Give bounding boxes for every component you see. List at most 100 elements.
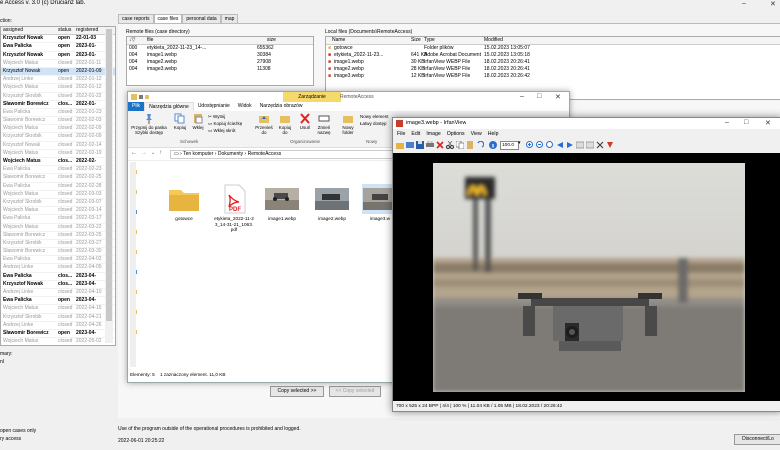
column-registered[interactable]: registered	[76, 27, 98, 34]
menu-edit[interactable]: Edit	[411, 131, 420, 137]
copy-path-button[interactable]: ▭ Kopiuj ścieżkę	[208, 121, 242, 127]
copy-icon[interactable]	[456, 141, 464, 149]
menu-image[interactable]: Image	[426, 131, 440, 137]
menu-view[interactable]: View	[471, 131, 482, 137]
case-row[interactable]: Ewa Palicka closed 2022-04-02	[1, 256, 115, 265]
local-row[interactable]: ■ etykieta_2022-11-23... 641 KB Adobe Acrob…	[326, 52, 780, 59]
forward-icon[interactable]: →	[141, 150, 147, 156]
case-row[interactable]: Sławomir Borewicz closed 2022-03-25	[1, 232, 115, 240]
case-row[interactable]: Krzysztof Nowak open 2023-01-	[1, 52, 115, 60]
disconnect-button[interactable]: Disconnect/Lo	[734, 434, 780, 445]
column-type[interactable]: Type	[424, 37, 435, 44]
case-row[interactable]: Sławomir Borewicz closed 2022-03-30	[1, 248, 115, 257]
previous-icon[interactable]	[556, 141, 564, 149]
scrollbar-thumb[interactable]	[106, 29, 112, 321]
case-row[interactable]: Andrzej Linke closed 2022-04-05	[1, 264, 115, 273]
copy-selected-button[interactable]: Copy selected >>	[270, 386, 324, 397]
case-row[interactable]: Krzysztof Nowak open 2022-01-09	[1, 67, 115, 77]
zoom-fit-icon[interactable]	[546, 141, 554, 149]
cut-icon[interactable]	[446, 141, 454, 149]
case-row[interactable]: Ewa Palicka closed 2022-02-23	[1, 166, 115, 175]
new-folder-button[interactable]: Nowy folder	[338, 113, 358, 135]
case-row[interactable]: Sławomir Borewicz open 2023-04-	[1, 330, 115, 339]
case-row[interactable]: Ewa Palicka open 2023-04-	[1, 297, 115, 306]
sort-icon[interactable]: ↓▽	[129, 37, 135, 44]
case-row[interactable]: Ewa Palicka open 2023-01-	[1, 43, 115, 52]
case-row[interactable]: Wojciech Matus closed 2022-01-12	[1, 84, 115, 93]
menu-options[interactable]: Options	[447, 131, 465, 137]
close-icon[interactable]: ✕	[555, 93, 561, 101]
case-row[interactable]: Wojciech Matus closed 2022-02-19	[1, 150, 115, 158]
zoom-in-icon[interactable]	[526, 141, 534, 149]
remote-files-table[interactable]: ↓▽ file size 000 etykieta_2022-11-23_14-.…	[126, 36, 314, 86]
image-canvas[interactable]	[393, 153, 780, 401]
copy-to-icon[interactable]	[586, 141, 594, 149]
menu-help[interactable]: Help	[488, 131, 499, 137]
easy-access-button[interactable]: Łatwy dostęp	[360, 121, 392, 126]
up-icon[interactable]: ↑	[159, 150, 162, 156]
local-row[interactable]: ■ image3.webp 12 KB IrfanView WEBP File 18.0…	[326, 73, 780, 80]
rename-button[interactable]: Zmień nazwę	[314, 113, 334, 135]
zoom-input[interactable]: 100.0	[500, 141, 519, 150]
minimize-icon[interactable]: –	[520, 93, 524, 100]
case-row[interactable]: Wojciech Matus closed 2022-02-09	[1, 125, 115, 134]
case-row[interactable]: Sławomir Borewicz closed 2022-02-03	[1, 117, 115, 126]
slideshow-icon[interactable]	[576, 141, 584, 149]
next-icon[interactable]	[566, 141, 574, 149]
maximize-icon[interactable]: □	[744, 119, 748, 126]
case-row[interactable]: Krzysztof Nowak closed 2022-02-14	[1, 142, 115, 150]
open-cases-only-checkbox[interactable]: open cases only	[0, 428, 36, 434]
case-row[interactable]: Wojciech Matus closed 2022-03-22	[1, 224, 115, 232]
ribbon-tab-picture-tools[interactable]: Narzędzia obrazów	[256, 102, 307, 111]
zoom-dropdown-icon[interactable]: ▾	[518, 140, 521, 146]
case-row[interactable]: Wojciech Matus closed 2022-01-11	[1, 60, 115, 68]
settings-icon[interactable]	[596, 141, 604, 149]
copy-back-button[interactable]: << Copy selected	[329, 386, 381, 397]
delete-icon[interactable]	[436, 141, 444, 149]
local-row[interactable]: ■ image1.webp 30 KB IrfanView WEBP File 18.0…	[326, 59, 780, 66]
folder-icon[interactable]	[166, 184, 202, 214]
case-row[interactable]: Krzysztof Skrobik closed 2022-01-22	[1, 93, 115, 101]
case-row[interactable]: Ewa Palicka closed 2022-01-23	[1, 109, 115, 118]
case-row[interactable]: Wojciech Matus closed 2022-03-14	[1, 207, 115, 216]
zoom-out-icon[interactable]	[536, 141, 544, 149]
pdf-icon[interactable]: PDF	[216, 184, 252, 214]
ribbon-tab-view[interactable]: Widok	[234, 102, 256, 111]
close-icon[interactable]: ✕	[770, 0, 776, 8]
irfanview-titlebar[interactable]: image3.webp - IrfanView – □ ✕	[393, 118, 780, 129]
delete-button[interactable]: Usuń	[298, 113, 312, 130]
column-assigned[interactable]: assigned	[3, 27, 23, 34]
column-status[interactable]: status	[58, 27, 71, 34]
local-row[interactable]: ■ image2.webp 28 KB IrfanView WEBP File 18.0…	[326, 66, 780, 73]
case-row[interactable]: Wojciech Matus clos... 2022-02-	[1, 158, 115, 167]
case-row[interactable]: Andrzej Linke closed 2022-04-26	[1, 322, 115, 330]
irfanview-logo-icon[interactable]	[606, 141, 614, 149]
cases-scrollbar[interactable]	[105, 27, 113, 343]
copy-to-button[interactable]: Kopiuj do	[276, 113, 294, 135]
close-icon[interactable]: ✕	[765, 119, 771, 127]
cut-button[interactable]: ✂ Wytnij	[208, 114, 225, 120]
undo-icon[interactable]	[476, 141, 484, 149]
remote-row[interactable]: 004 image3.webp 11308	[127, 66, 313, 73]
case-row[interactable]: Wojciech Matus closed 2022-03-03	[1, 191, 115, 199]
case-row[interactable]: Wojciech Matus closed 2022-04-15	[1, 305, 115, 314]
case-row[interactable]: Krzysztof Nowak clos... 2023-04-	[1, 281, 115, 289]
case-row[interactable]: Wojciech Matus closed 2022-05-02	[1, 338, 115, 345]
case-row[interactable]: Sławomir Borewicz clos... 2022-01-	[1, 101, 115, 109]
copy-button[interactable]: Kopiuj	[172, 113, 188, 130]
minimize-icon[interactable]: –	[742, 0, 746, 7]
nav-scrollbar[interactable]	[130, 162, 136, 367]
irfanview-window[interactable]: image3.webp - IrfanView – □ ✕ File Edit …	[392, 117, 780, 412]
ribbon-tab-file[interactable]: Plik	[128, 102, 145, 111]
case-row[interactable]: Krzysztof Skrobik closed 2022-04-21	[1, 314, 115, 322]
case-row[interactable]: Ewa Palicka closed 2022-02-28	[1, 183, 115, 191]
move-to-button[interactable]: Przenieś do	[254, 113, 274, 135]
case-row[interactable]: Krzysztof Skrobik closed 2022-03-27	[1, 240, 115, 249]
image2-thumbnail[interactable]	[314, 184, 350, 214]
column-modified[interactable]: Modified	[484, 37, 503, 44]
remote-row[interactable]: 004 image1.webp 30384	[127, 52, 313, 59]
info-icon[interactable]	[489, 141, 497, 149]
quick-access-icon[interactable]	[131, 94, 155, 100]
remote-row[interactable]: 000 etykieta_2022-11-23_14-... 655362	[127, 45, 313, 52]
print-icon[interactable]	[426, 141, 434, 149]
